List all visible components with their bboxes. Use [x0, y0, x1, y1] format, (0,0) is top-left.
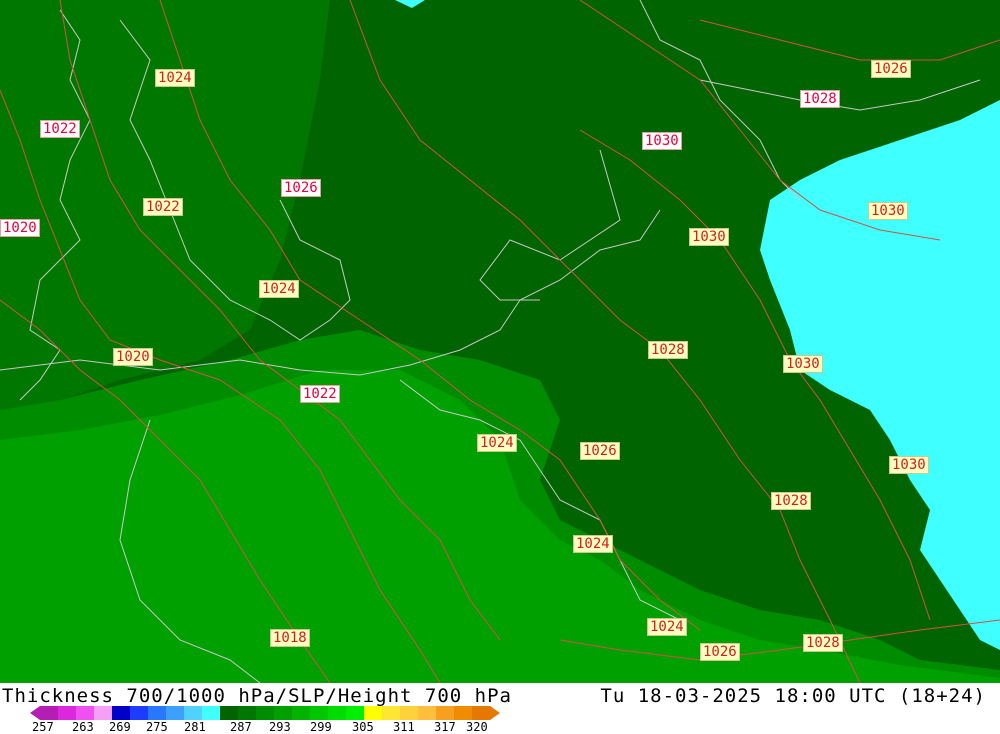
colorbar-tick: 320	[466, 720, 488, 734]
isobar-label: 1028	[648, 341, 688, 359]
colorbar-tick: 317	[434, 720, 456, 734]
isobar-label: 1026	[700, 643, 740, 661]
colorbar-segment	[292, 706, 311, 720]
map-title: Thickness 700/1000 hPa/SLP/Height 700 hP…	[2, 685, 512, 707]
colorbar-segment	[256, 706, 275, 720]
colorbar-tick: 257	[32, 720, 54, 734]
isobar-label: 1024	[155, 69, 195, 87]
colorbar-segment	[400, 706, 419, 720]
colorbar-segment	[274, 706, 293, 720]
isobar-label: 1026	[281, 179, 321, 197]
isobar-label: 1028	[771, 492, 811, 510]
isobar-label: 1028	[800, 90, 840, 108]
colorbar-segment	[148, 706, 167, 720]
colorbar-segment	[130, 706, 149, 720]
colorbar-segment	[382, 706, 401, 720]
colorbar-tick: 305	[352, 720, 374, 734]
isobar-label: 1022	[40, 120, 80, 138]
colorbar-segment	[40, 706, 59, 720]
colorbar-segment	[472, 706, 491, 720]
colorbar-segment	[112, 706, 131, 720]
colorbar-segment	[94, 706, 113, 720]
isobar-label: 1030	[783, 355, 823, 373]
colorbar-tick: 299	[310, 720, 332, 734]
isobar-label: 1030	[642, 132, 682, 150]
isobar-label: 1020	[0, 219, 40, 237]
colorbar-segment	[310, 706, 329, 720]
colorbar-arrow-left	[30, 706, 40, 720]
colorbar-segment	[76, 706, 95, 720]
colorbar-segment	[184, 706, 203, 720]
isobar-label: 1024	[477, 434, 517, 452]
isobar-label: 1030	[689, 228, 729, 246]
isobar-label: 1024	[573, 535, 613, 553]
colorbar-tick: 287	[230, 720, 252, 734]
colorbar-segment	[166, 706, 185, 720]
weather-map	[0, 0, 1000, 683]
colorbar-tick: 263	[72, 720, 94, 734]
colorbar-segment	[454, 706, 473, 720]
colorbar-segment	[418, 706, 437, 720]
colorbar-segment	[58, 706, 77, 720]
colorbar-tick: 275	[146, 720, 168, 734]
isobar-label: 1024	[259, 280, 299, 298]
isobar-label: 1022	[300, 385, 340, 403]
isobar-label: 1024	[647, 618, 687, 636]
isobar-label: 1028	[803, 634, 843, 652]
isobar-label: 1018	[270, 629, 310, 647]
isobar-label: 1026	[871, 60, 911, 78]
colorbar-tick: 281	[184, 720, 206, 734]
colorbar-segment	[346, 706, 365, 720]
colorbar-segment	[436, 706, 455, 720]
isobar-label: 1026	[580, 442, 620, 460]
colorbar-segment	[328, 706, 347, 720]
colorbar-segment	[364, 706, 383, 720]
colorbar-segment	[238, 706, 257, 720]
colorbar-segment	[220, 706, 239, 720]
colorbar-arrow-right	[490, 706, 500, 720]
colorbar-tick: 311	[393, 720, 415, 734]
isobar-label: 1030	[889, 456, 929, 474]
colorbar-segment	[202, 706, 221, 720]
thickness-colorbar	[30, 706, 500, 720]
isobar-label: 1030	[868, 202, 908, 220]
isobar-label: 1022	[143, 198, 183, 216]
isobar-label: 1020	[113, 348, 153, 366]
colorbar-tick: 293	[269, 720, 291, 734]
colorbar-tick: 269	[109, 720, 131, 734]
valid-time: Tu 18-03-2025 18:00 UTC (18+24)	[600, 685, 986, 707]
